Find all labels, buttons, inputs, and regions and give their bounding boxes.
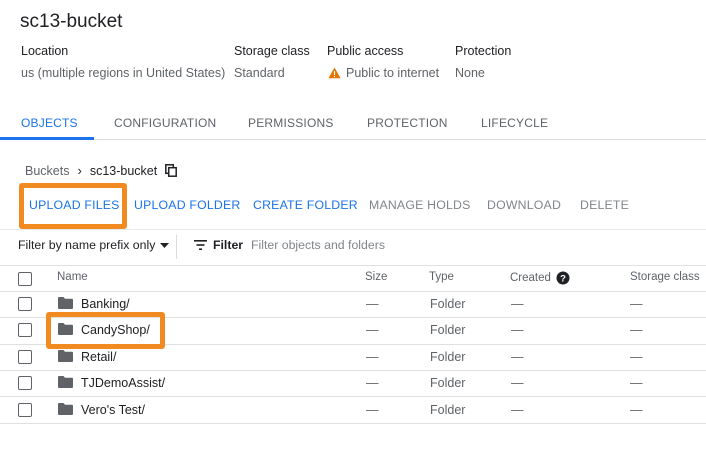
toolbar-divider (0, 229, 706, 230)
breadcrumb: Buckets › sc13-bucket (25, 163, 178, 178)
row-created: — (511, 403, 524, 417)
row-type: Folder (430, 350, 466, 364)
row-checkbox[interactable] (18, 376, 32, 390)
folder-icon (58, 350, 73, 362)
protection-value: None (455, 66, 485, 80)
row-created: — (511, 376, 524, 390)
create-folder-button[interactable]: CREATE FOLDER (253, 198, 358, 212)
column-header-name[interactable]: Name (57, 271, 88, 283)
manage-holds-button[interactable]: MANAGE HOLDS (369, 198, 470, 212)
public-access-label: Public access (327, 44, 404, 58)
row-size: — (366, 323, 379, 337)
filter-icon (194, 240, 207, 250)
dropdown-arrow-icon (160, 242, 170, 248)
column-header-created[interactable]: Created ? (510, 271, 570, 285)
folder-icon (58, 376, 73, 388)
tab-protection[interactable]: PROTECTION (367, 116, 448, 130)
row-type: Folder (430, 323, 466, 337)
tab-permissions[interactable]: PERMISSIONS (248, 116, 334, 130)
row-name-link[interactable]: Vero's Test/ (81, 403, 145, 417)
row-type: Folder (430, 376, 466, 390)
filter-divider (176, 235, 177, 259)
row-type: Folder (430, 403, 466, 417)
copy-icon[interactable] (165, 164, 178, 177)
row-checkbox[interactable] (18, 403, 32, 417)
row-checkbox[interactable] (18, 297, 32, 311)
download-button[interactable]: DOWNLOAD (487, 198, 561, 212)
tab-objects[interactable]: OBJECTS (21, 116, 78, 130)
row-created: — (511, 323, 524, 337)
row-storage-class: — (630, 403, 643, 417)
row-checkbox[interactable] (18, 350, 32, 364)
column-header-type[interactable]: Type (429, 271, 454, 283)
folder-icon (58, 297, 73, 309)
row-storage-class: — (630, 350, 643, 364)
row-name-link[interactable]: TJDemoAssist/ (81, 376, 165, 390)
upload-files-highlight (19, 183, 127, 229)
protection-label: Protection (455, 44, 512, 58)
filter-mode-label: Filter by name prefix only (18, 238, 156, 252)
row-size: — (366, 403, 379, 417)
tab-configuration[interactable]: CONFIGURATION (114, 116, 216, 130)
column-header-created-label: Created (510, 272, 551, 284)
public-access-value: Public to internet (328, 66, 439, 80)
active-tab-indicator (0, 137, 94, 140)
row-type: Folder (430, 297, 466, 311)
row-name-link[interactable]: Retail/ (81, 350, 116, 364)
filter-label: Filter (213, 238, 244, 252)
storage-class-value: Standard (234, 66, 285, 80)
row-storage-class: — (630, 323, 643, 337)
row-size: — (366, 297, 379, 311)
row-divider (0, 396, 706, 397)
breadcrumb-current: sc13-bucket (89, 163, 158, 178)
row-name-link[interactable]: Banking/ (81, 297, 130, 311)
tab-bar: OBJECTS CONFIGURATION PERMISSIONS PROTEC… (0, 106, 706, 140)
row-size: — (366, 350, 379, 364)
row-created: — (511, 297, 524, 311)
folder-icon (58, 403, 73, 415)
column-header-storage-class[interactable]: Storage class (630, 271, 700, 283)
table-top-border (0, 265, 706, 266)
page-title: sc13-bucket (20, 11, 123, 32)
row-storage-class: — (630, 297, 643, 311)
public-access-text: Public to internet (346, 66, 440, 80)
upload-folder-button[interactable]: UPLOAD FOLDER (134, 198, 240, 212)
svg-text:?: ? (560, 273, 566, 284)
row-size: — (366, 376, 379, 390)
filter-input[interactable]: Filter objects and folders (251, 238, 385, 252)
filter-mode-select[interactable]: Filter by name prefix only (18, 238, 170, 252)
select-all-checkbox[interactable] (18, 272, 32, 286)
help-icon[interactable]: ? (556, 271, 570, 285)
tab-lifecycle[interactable]: LIFECYCLE (481, 116, 548, 130)
location-value: us (multiple regions in United States) (21, 66, 226, 80)
storage-class-label: Storage class (234, 44, 310, 58)
filter-button[interactable]: Filter (194, 238, 243, 252)
breadcrumb-buckets[interactable]: Buckets (25, 164, 69, 178)
row-storage-class: — (630, 376, 643, 390)
delete-button[interactable]: DELETE (580, 198, 629, 212)
location-label: Location (21, 44, 69, 58)
header-bottom-border (0, 291, 706, 292)
breadcrumb-separator: › (77, 163, 82, 178)
row-checkbox[interactable] (18, 323, 32, 337)
row-divider (0, 423, 706, 424)
row-divider (0, 370, 706, 371)
warning-icon (328, 67, 341, 79)
column-header-size[interactable]: Size (365, 271, 387, 283)
candyshop-highlight (46, 312, 165, 349)
row-created: — (511, 350, 524, 364)
